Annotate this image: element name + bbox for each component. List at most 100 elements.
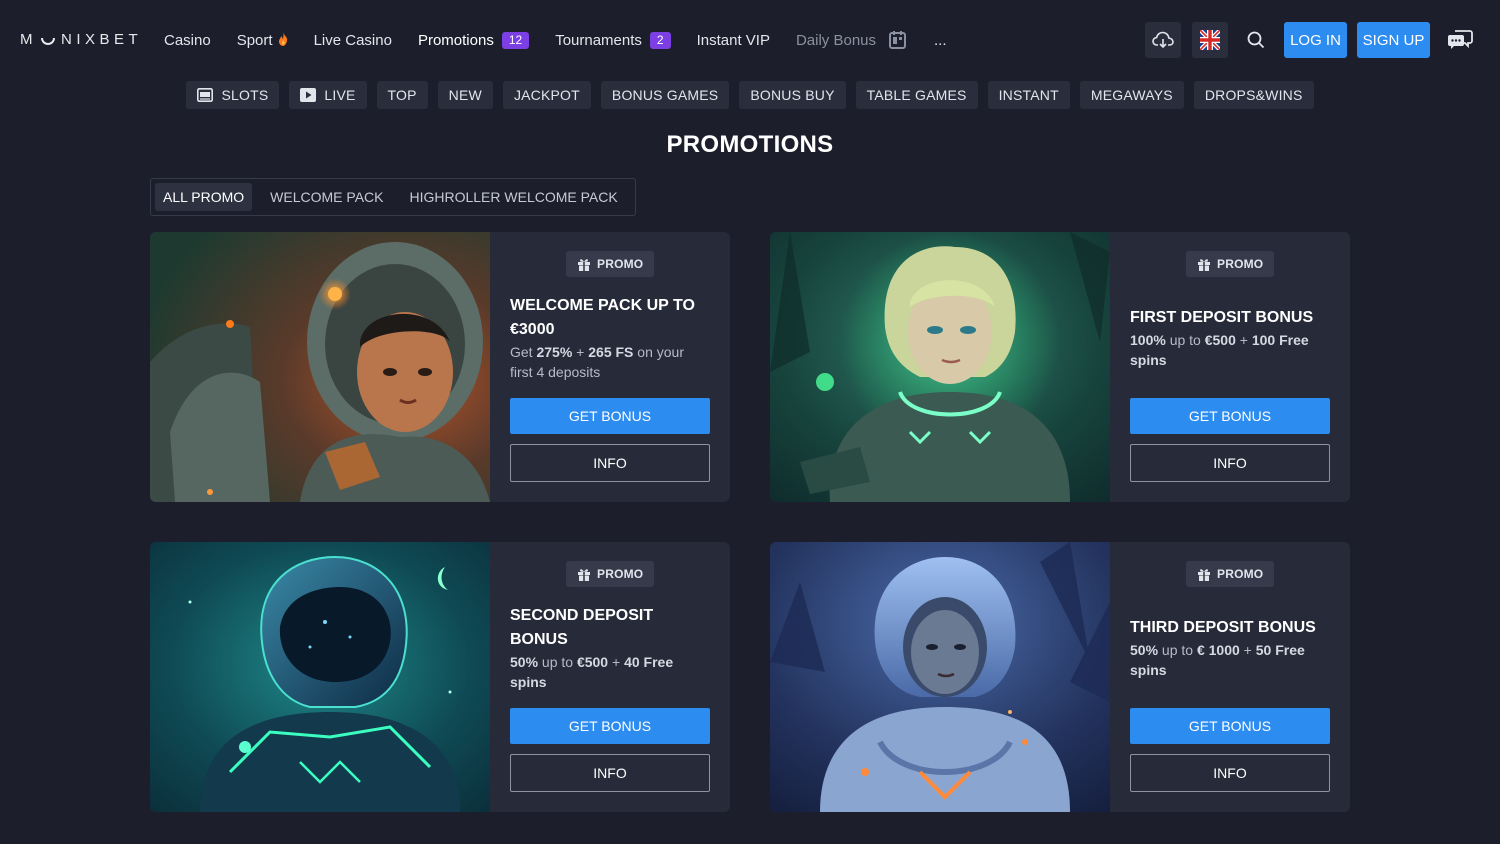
promo-tag: PROMO (1186, 561, 1275, 587)
promo-card-welcome-pack: PROMO WELCOME PACK UP TO €3000 Get 275% … (150, 232, 730, 502)
category-bonus-games[interactable]: BONUS GAMES (600, 81, 730, 109)
gift-icon (577, 568, 591, 581)
desc-highlight: 275% (536, 344, 573, 360)
info-button[interactable]: INFO (1130, 444, 1330, 482)
nav-item-casino[interactable]: Casino (164, 32, 211, 49)
promo-title: WELCOME PACK UP TO €3000 (510, 297, 695, 338)
promo-tag-label: PROMO (1217, 567, 1264, 581)
play-icon (300, 88, 317, 102)
nav-item-label: Sport (236, 31, 273, 49)
desc-highlight: 100% (1130, 332, 1166, 348)
category-label: INSTANT (998, 87, 1059, 103)
language-selector[interactable] (1192, 22, 1228, 58)
promo-description: 50% up to € 1000 + 50 Free spins (1130, 640, 1330, 680)
desc-text: up to (538, 654, 577, 670)
promo-title: SECOND DEPOSIT BONUS (510, 607, 654, 648)
info-button[interactable]: INFO (510, 754, 710, 792)
desc-highlight: 265 FS (588, 344, 634, 360)
tab-welcome-pack[interactable]: WELCOME PACK (257, 183, 396, 211)
promo-tag: PROMO (1186, 251, 1275, 277)
main-nav: Casino Sport Live Casino Promotions 12 T… (164, 30, 973, 50)
gift-icon (1197, 258, 1211, 271)
logo-text-right: NIXBET (61, 31, 143, 48)
category-label: TABLE GAMES (866, 87, 967, 103)
calendar-icon (888, 30, 908, 50)
category-label: DROPS&WINS (1204, 87, 1303, 103)
category-label: BONUS BUY (750, 87, 835, 103)
top-header: M NIXBET Casino Sport Live Casino Promot… (0, 0, 1500, 80)
uk-flag-icon (1200, 30, 1220, 50)
promo-description: Get 275% + 265 FS on your first 4 deposi… (510, 342, 710, 382)
desc-text: + (1239, 642, 1256, 658)
category-megaways[interactable]: MEGAWAYS (1079, 81, 1184, 109)
promo-description: 50% up to €500 + 40 Free spins (510, 652, 710, 692)
nav-item-tournaments[interactable]: Tournaments 2 (555, 31, 671, 49)
get-bonus-button[interactable]: GET BONUS (1130, 708, 1330, 744)
category-jackpot[interactable]: JACKPOT (502, 81, 591, 109)
gift-icon (1197, 568, 1211, 581)
get-bonus-button[interactable]: GET BONUS (510, 398, 710, 434)
promo-card-second-deposit: PROMO SECOND DEPOSIT BONUS 50% up to €50… (150, 542, 730, 812)
category-slots[interactable]: SLOTS (186, 81, 280, 109)
get-bonus-button[interactable]: GET BONUS (510, 708, 710, 744)
site-logo[interactable]: M NIXBET (20, 31, 142, 48)
nav-item-label: Promotions (417, 31, 494, 49)
category-label: JACKPOT (513, 87, 580, 103)
promo-image-astronaut-green (770, 232, 1110, 502)
category-drops-wins[interactable]: DROPS&WINS (1193, 81, 1314, 109)
desc-text: up to (1158, 642, 1197, 658)
promo-card-body: PROMO FIRST DEPOSIT BONUS 100% up to €50… (1130, 232, 1330, 502)
promo-filter-tabs: ALL PROMO WELCOME PACK HIGHROLLER WELCOM… (150, 178, 636, 216)
slot-machine-icon (197, 88, 214, 102)
nav-item-label: Casino (164, 31, 211, 49)
search-icon (1247, 31, 1265, 49)
nav-item-label: Instant VIP (696, 31, 770, 49)
promo-card-first-deposit: PROMO FIRST DEPOSIT BONUS 100% up to €50… (770, 232, 1350, 502)
desc-highlight: 50% (510, 654, 539, 670)
desc-text: up to (1165, 332, 1205, 348)
promo-tag: PROMO (566, 561, 655, 587)
category-instant[interactable]: INSTANT (987, 81, 1070, 109)
promo-image-astronaut-orange (150, 232, 490, 502)
promo-card-body: PROMO SECOND DEPOSIT BONUS 50% up to €50… (510, 542, 710, 812)
info-button[interactable]: INFO (1130, 754, 1330, 792)
app-download-button[interactable] (1145, 22, 1181, 58)
signup-button[interactable]: SIGN UP (1357, 22, 1430, 58)
search-button[interactable] (1246, 30, 1266, 50)
chat-icon (1447, 28, 1473, 52)
tab-all-promo[interactable]: ALL PROMO (155, 183, 253, 211)
category-top[interactable]: TOP (376, 81, 428, 109)
nav-item-live-casino[interactable]: Live Casino (314, 32, 392, 49)
nav-more-menu[interactable]: ... (934, 32, 947, 49)
nav-item-promotions[interactable]: Promotions 12 (417, 31, 530, 49)
page-title: PROMOTIONS (666, 131, 834, 158)
desc-highlight: €500 (1204, 332, 1236, 348)
nav-item-instant-vip[interactable]: Instant VIP (697, 32, 770, 49)
login-button[interactable]: LOG IN (1284, 22, 1347, 58)
tab-highroller-welcome-pack[interactable]: HIGHROLLER WELCOME PACK (396, 183, 630, 211)
desc-text: + (572, 344, 589, 360)
promo-image-astronaut-blue (770, 542, 1110, 812)
cloud-download-icon (1152, 31, 1174, 49)
nav-item-sport[interactable]: Sport (236, 31, 288, 49)
category-table-games[interactable]: TABLE GAMES (855, 81, 978, 109)
support-chat-button[interactable] (1447, 28, 1473, 52)
category-bonus-buy[interactable]: BONUS BUY (739, 81, 846, 109)
promo-tag-label: PROMO (597, 257, 644, 271)
info-button[interactable]: INFO (510, 444, 710, 482)
desc-highlight: € 1000 (1196, 642, 1240, 658)
promo-title: FIRST DEPOSIT BONUS (1130, 309, 1314, 326)
nav-item-daily-bonus[interactable]: Daily Bonus (796, 30, 908, 50)
promo-tag-label: PROMO (597, 567, 644, 581)
get-bonus-button[interactable]: GET BONUS (1130, 398, 1330, 434)
desc-highlight: 50% (1130, 642, 1159, 658)
category-label: BONUS GAMES (611, 87, 719, 103)
category-label: LIVE (324, 87, 356, 103)
promo-card-body: PROMO THIRD DEPOSIT BONUS 50% up to € 10… (1130, 542, 1330, 812)
game-category-bar: SLOTS LIVE TOP NEW JACKPOT BONUS GAMES B… (0, 81, 1500, 109)
category-new[interactable]: NEW (437, 81, 493, 109)
promo-image-astronaut-teal (150, 542, 490, 812)
promo-title: THIRD DEPOSIT BONUS (1130, 619, 1316, 636)
category-live[interactable]: LIVE (289, 81, 367, 109)
tournaments-count-badge: 2 (649, 31, 671, 49)
